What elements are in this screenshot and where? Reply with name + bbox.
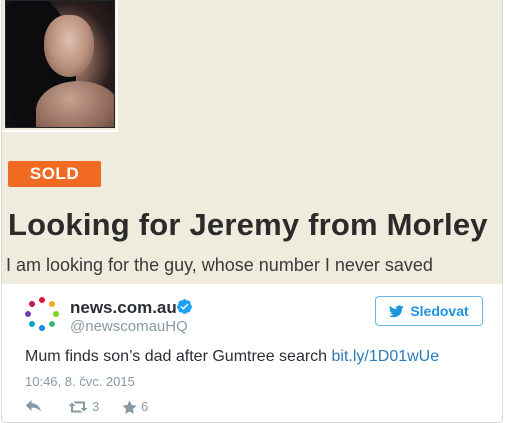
like-count: 6 (141, 399, 149, 414)
like-button[interactable]: 6 (122, 399, 148, 414)
tweet-card: SOLD Looking for Jeremy from Morley I am… (1, 0, 503, 423)
sold-badge: SOLD (8, 161, 101, 187)
ad-title: Looking for Jeremy from Morley (8, 207, 488, 242)
tweet-link[interactable]: bit.ly/1D01wUe (332, 348, 440, 365)
reply-button[interactable] (25, 399, 42, 413)
retweet-count: 3 (92, 399, 100, 414)
verified-badge-icon (177, 299, 192, 314)
photo-frame (2, 0, 118, 132)
retweet-icon (68, 401, 88, 412)
tweet-body: Mum finds son’s dad after Gumtree search (25, 348, 332, 365)
ad-body-text: I am looking for the guy, whose number I… (6, 255, 433, 275)
retweet-button[interactable]: 3 (68, 399, 99, 414)
display-name[interactable]: news.com.au (70, 298, 177, 318)
follow-button[interactable]: Sledovat (375, 296, 483, 326)
timestamp[interactable]: 10:46, 8. čvc. 2015 (25, 374, 135, 389)
handle[interactable]: @newscomauHQ (70, 318, 188, 335)
reply-icon (25, 400, 41, 412)
embedded-ad-screenshot[interactable]: SOLD Looking for Jeremy from Morley I am… (2, 0, 502, 284)
tweet: news.com.au @newscomauHQ Sledovat Mum fi… (2, 284, 502, 422)
tweet-text: Mum finds son’s dad after Gumtree search… (25, 348, 439, 366)
twitter-bird-icon (389, 304, 405, 317)
avatar[interactable] (25, 297, 59, 331)
follow-label: Sledovat (410, 303, 469, 319)
star-icon (122, 399, 137, 414)
